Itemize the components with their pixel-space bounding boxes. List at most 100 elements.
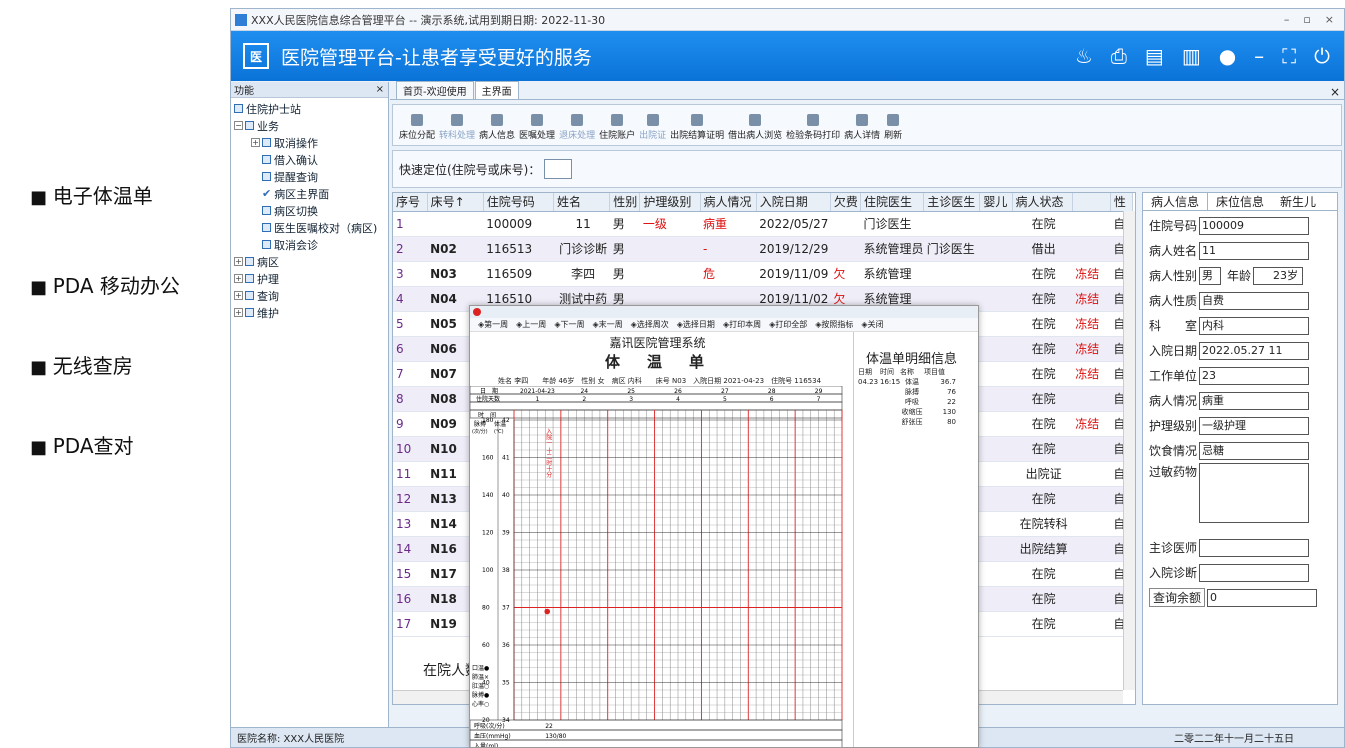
popup-toolbar-button[interactable]: ◈末一周: [592, 319, 622, 330]
column-header[interactable]: [1072, 193, 1111, 212]
vertical-scrollbar[interactable]: [1123, 211, 1135, 690]
toolbar-button[interactable]: 出院结算证明: [670, 114, 724, 141]
save-icon[interactable]: ▤: [1145, 44, 1164, 68]
quick-locate-input[interactable]: [544, 159, 573, 179]
tree-item[interactable]: − 业务: [231, 117, 388, 134]
legend-item: 肺温×: [472, 673, 489, 681]
field-value[interactable]: 23: [1199, 366, 1310, 385]
column-header[interactable]: 住院号码: [483, 193, 555, 212]
tree-item[interactable]: 医生医嘱校对（病区): [231, 219, 388, 236]
popup-toolbar-button[interactable]: ◈第一周: [478, 319, 508, 330]
tree-item[interactable]: + 查询: [231, 287, 388, 304]
popup-toolbar-button[interactable]: ◈选择周次: [631, 319, 669, 330]
toolbar-button[interactable]: 床位分配: [399, 114, 435, 141]
column-header[interactable]: 床号↑: [427, 193, 484, 212]
tree-item[interactable]: 病区切换: [231, 202, 388, 219]
popup-close-icon[interactable]: [473, 308, 481, 316]
toolbar-button[interactable]: 病人信息: [479, 114, 515, 141]
printer-icon[interactable]: ⎙: [1111, 44, 1127, 68]
field-value[interactable]: 病重: [1199, 391, 1310, 410]
column-header[interactable]: 住院医生: [860, 193, 925, 212]
maximize-button[interactable]: ▫: [1303, 13, 1310, 26]
field-value[interactable]: 0: [1207, 588, 1318, 607]
tree-item[interactable]: 提醒查询: [231, 168, 388, 185]
popup-toolbar-button[interactable]: ◈按照指标: [815, 319, 853, 330]
column-header[interactable]: 序号: [393, 193, 428, 212]
tree-item[interactable]: + 护理: [231, 270, 388, 287]
power-icon[interactable]: ⏻: [1314, 44, 1330, 68]
column-header[interactable]: 性别: [609, 193, 641, 212]
close-button[interactable]: ×: [1325, 13, 1334, 26]
field-value[interactable]: 100009: [1199, 216, 1310, 235]
column-header[interactable]: 护理级别: [639, 193, 701, 212]
popup-toolbar-button[interactable]: ◈关闭: [861, 319, 883, 330]
popup-toolbar-button[interactable]: ◈打印全部: [769, 319, 807, 330]
expand-icon[interactable]: +: [234, 274, 243, 283]
field-value[interactable]: 内科: [1199, 316, 1310, 335]
thermometer-icon[interactable]: ♨: [1075, 44, 1093, 68]
user-icon[interactable]: ●: [1219, 44, 1236, 68]
column-header[interactable]: 性: [1110, 193, 1134, 212]
table-row[interactable]: 1 100009 11 男一级 病重 2022/05/27 门诊医生 在院自: [393, 211, 1133, 237]
toolbar-button[interactable]: 退床处理: [559, 114, 595, 141]
column-header[interactable]: 病人状态: [1012, 193, 1073, 212]
tab-home[interactable]: 首页-欢迎使用: [396, 81, 474, 99]
query-balance-button[interactable]: 查询余额: [1149, 588, 1206, 607]
tree-item[interactable]: 住院护士站: [231, 100, 388, 117]
bp-value: 130/80: [545, 733, 566, 740]
popup-toolbar-button[interactable]: ◈下一周: [554, 319, 584, 330]
field-value[interactable]: 2022.05.27 11: [1199, 341, 1310, 360]
allergy-field[interactable]: [1199, 463, 1310, 523]
expand-icon[interactable]: +: [234, 291, 243, 300]
barcode-icon[interactable]: ▥: [1182, 44, 1201, 68]
tree-item[interactable]: + 取消操作: [231, 134, 388, 151]
toolbar-button[interactable]: 住院账户: [599, 114, 635, 141]
info-tab[interactable]: 新生儿: [1272, 193, 1324, 210]
field-value[interactable]: [1199, 538, 1310, 557]
expand-icon[interactable]: +: [234, 308, 243, 317]
expand-icon[interactable]: +: [251, 138, 260, 147]
table-row[interactable]: 2 N02 116513 门诊诊断男 -2019/12/29 系统管理员 门诊医生 借出自: [393, 236, 1133, 262]
tab-close-icon[interactable]: ×: [1330, 85, 1344, 99]
column-header[interactable]: 主诊医生: [923, 193, 981, 212]
sidebar-close-icon[interactable]: ×: [376, 84, 388, 95]
table-cell: 3: [393, 261, 428, 287]
minimize-icon[interactable]: –: [1254, 44, 1264, 68]
column-header[interactable]: 病人情况: [700, 193, 757, 212]
column-header[interactable]: 姓名: [553, 193, 611, 212]
popup-toolbar-button[interactable]: ◈上一周: [516, 319, 546, 330]
toolbar-button[interactable]: 病人详情: [844, 114, 880, 141]
field-value[interactable]: 11: [1199, 241, 1310, 260]
tab-main[interactable]: 主界面: [474, 81, 519, 99]
collapse-icon[interactable]: −: [234, 121, 243, 130]
popup-toolbar-button[interactable]: ◈选择日期: [677, 319, 715, 330]
field-value[interactable]: 自费: [1199, 291, 1310, 310]
table-row[interactable]: 3 N03 116509 李四男危 2019/11/09 欠系统管理 在院 冻结自: [393, 261, 1133, 287]
toolbar-button[interactable]: 转科处理: [439, 114, 475, 141]
expand-icon[interactable]: +: [234, 257, 243, 266]
field-value[interactable]: [1199, 563, 1310, 582]
field-value[interactable]: 23岁: [1253, 266, 1304, 285]
toolbar-button[interactable]: 出院证: [639, 114, 666, 141]
tree-item[interactable]: ✔ 病区主界面: [231, 185, 388, 202]
info-tab[interactable]: 病人信息: [1143, 193, 1209, 210]
minimize-button[interactable]: –: [1284, 13, 1290, 26]
field-value[interactable]: 一级护理: [1199, 416, 1310, 435]
toolbar-button[interactable]: 检验条码打印: [786, 114, 840, 141]
table-cell: [830, 211, 861, 237]
tree-item[interactable]: 取消会诊: [231, 236, 388, 253]
column-header[interactable]: 入院日期: [756, 193, 831, 212]
tree-item[interactable]: + 病区: [231, 253, 388, 270]
popup-toolbar-button[interactable]: ◈打印本周: [723, 319, 761, 330]
toolbar-button[interactable]: 借出病人浏览: [728, 114, 782, 141]
column-header[interactable]: 婴儿: [979, 193, 1013, 212]
fullscreen-icon[interactable]: ⛶: [1282, 44, 1296, 68]
column-header[interactable]: 欠费: [830, 193, 862, 212]
toolbar-button[interactable]: 医嘱处理: [519, 114, 555, 141]
tree-item[interactable]: + 维护: [231, 304, 388, 321]
toolbar-button[interactable]: 刷新: [884, 114, 902, 141]
tree-item[interactable]: 借入确认: [231, 151, 388, 168]
info-tab[interactable]: 床位信息: [1208, 193, 1272, 210]
field-value[interactable]: 忌糖: [1199, 441, 1310, 460]
field-value[interactable]: 男: [1199, 266, 1222, 285]
